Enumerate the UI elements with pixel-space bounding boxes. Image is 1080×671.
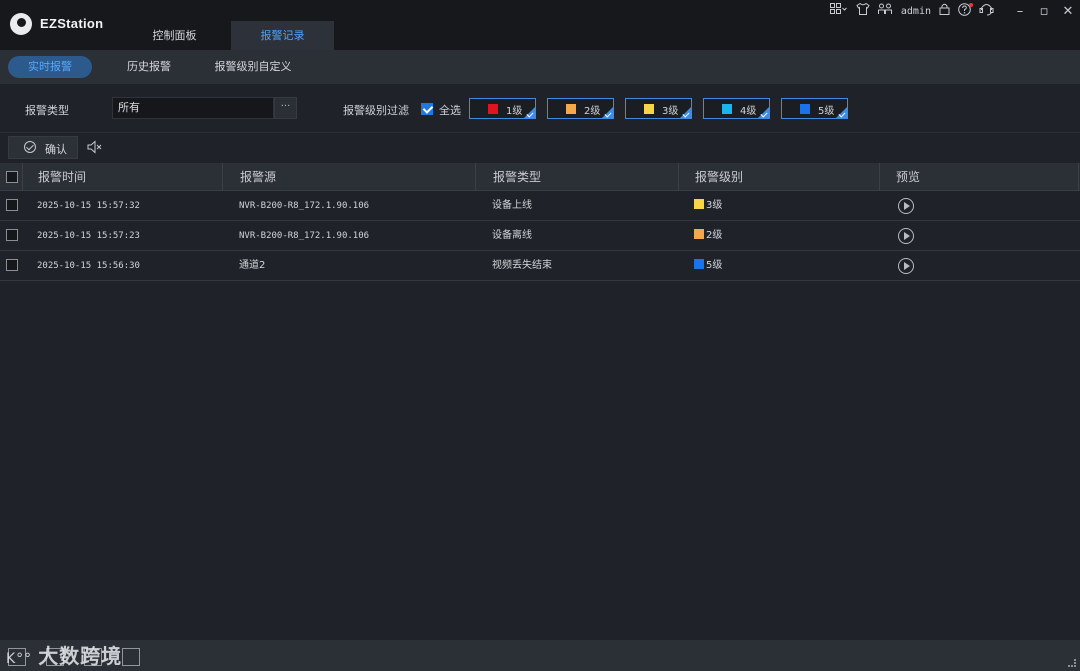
alarm-type: 设备离线 bbox=[492, 230, 532, 241]
alarm-type-label: 报警类型 bbox=[25, 104, 69, 117]
sub-tab-bar: 实时报警 历史报警 报警级别自定义 bbox=[0, 50, 1080, 84]
selected-check-icon bbox=[680, 107, 691, 118]
title-bar: EZStation 控制面板 报警记录 admin – ▫ ✕ bbox=[0, 0, 1080, 50]
column-divider bbox=[475, 163, 476, 191]
column-header-type[interactable]: 报警类型 bbox=[493, 163, 541, 191]
alarm-level-text: 5级 bbox=[706, 260, 723, 271]
level-1-toggle[interactable]: 1级 bbox=[469, 98, 536, 119]
level-4-label: 4级 bbox=[740, 106, 757, 117]
level-swatch bbox=[694, 199, 704, 209]
level-1-label: 1级 bbox=[506, 106, 523, 117]
header-select-checkbox[interactable] bbox=[6, 171, 18, 183]
alarm-level: 5级 bbox=[694, 251, 722, 281]
tab-history-alarm[interactable]: 历史报警 bbox=[118, 56, 180, 78]
maximize-icon[interactable]: ▫ bbox=[1032, 4, 1056, 19]
level-swatch bbox=[694, 259, 704, 269]
alarm-source: NVR-B200-R8_172.1.90.106 bbox=[239, 231, 370, 241]
user-switch-icon[interactable] bbox=[877, 3, 892, 19]
alarm-level: 2级 bbox=[694, 221, 722, 251]
table-row[interactable]: 2025-10-15 15:57:32 NVR-B200-R8_172.1.90… bbox=[0, 191, 1080, 221]
level-filter-label: 报警级别过滤 bbox=[343, 104, 409, 117]
action-toolbar: 确认 bbox=[0, 132, 1080, 162]
tab-control-panel[interactable]: 控制面板 bbox=[123, 21, 226, 50]
column-divider bbox=[1078, 163, 1079, 191]
mute-sound-icon[interactable] bbox=[86, 139, 102, 155]
grid-menu-icon[interactable] bbox=[829, 3, 848, 19]
play-preview-icon[interactable] bbox=[898, 198, 914, 214]
table-header: 报警时间 报警源 报警类型 报警级别 预览 bbox=[0, 163, 1080, 191]
alarm-type-field[interactable]: 所有 bbox=[112, 97, 274, 119]
level-5-swatch bbox=[800, 104, 810, 114]
level-5-toggle[interactable]: 5级 bbox=[781, 98, 848, 119]
row-checkbox[interactable] bbox=[6, 229, 18, 241]
level-2-label: 2级 bbox=[584, 106, 601, 117]
selected-check-icon bbox=[524, 107, 535, 118]
app-title: EZStation bbox=[40, 16, 104, 31]
column-header-source[interactable]: 报警源 bbox=[240, 163, 276, 191]
level-5-label: 5级 bbox=[818, 106, 835, 117]
confirm-button[interactable]: 确认 bbox=[8, 136, 78, 159]
row-checkbox[interactable] bbox=[6, 259, 18, 271]
alarm-type-more-button[interactable]: ··· bbox=[274, 97, 297, 119]
table-row[interactable]: 2025-10-15 15:57:23 NVR-B200-R8_172.1.90… bbox=[0, 221, 1080, 251]
column-divider bbox=[22, 163, 23, 191]
level-4-toggle[interactable]: 4级 bbox=[703, 98, 770, 119]
play-preview-icon[interactable] bbox=[898, 258, 914, 274]
alarm-time: 2025-10-15 15:56:30 bbox=[37, 261, 140, 271]
watermark: K°° 大数跨境 bbox=[6, 644, 123, 668]
alarm-source: 通道2 bbox=[239, 260, 266, 271]
alarm-level-text: 3级 bbox=[706, 200, 723, 211]
filter-row: 报警类型 所有 ··· 报警级别过滤 全选 1级 2级 3级 4级 5级 bbox=[0, 84, 1080, 132]
level-3-label: 3级 bbox=[662, 106, 679, 117]
alarm-table: 报警时间 报警源 报警类型 报警级别 预览 2025-10-15 15:57:3… bbox=[0, 163, 1080, 281]
alarm-source: NVR-B200-R8_172.1.90.106 bbox=[239, 201, 370, 211]
select-all-checkbox[interactable] bbox=[421, 103, 433, 115]
column-divider bbox=[879, 163, 880, 191]
column-header-preview: 预览 bbox=[896, 170, 921, 184]
skin-icon[interactable] bbox=[856, 2, 870, 19]
system-toolbar: admin – ▫ ✕ bbox=[822, 2, 1080, 20]
alarm-level-text: 2级 bbox=[706, 230, 723, 241]
watermark-text: 大数跨境 bbox=[38, 644, 123, 668]
table-row[interactable]: 2025-10-15 15:56:30 通道2 视频丢失结束 5级 bbox=[0, 251, 1080, 281]
alarm-type: 设备上线 bbox=[492, 200, 532, 211]
selected-check-icon bbox=[758, 107, 769, 118]
alarm-type: 视频丢失结束 bbox=[492, 260, 552, 271]
level-2-swatch bbox=[566, 104, 576, 114]
current-user[interactable]: admin bbox=[901, 6, 931, 17]
column-header-time[interactable]: 报警时间 bbox=[38, 163, 86, 191]
column-divider bbox=[678, 163, 679, 191]
level-swatch bbox=[694, 229, 704, 239]
level-2-toggle[interactable]: 2级 bbox=[547, 98, 614, 119]
alarm-time: 2025-10-15 15:57:23 bbox=[37, 231, 140, 241]
level-3-toggle[interactable]: 3级 bbox=[625, 98, 692, 119]
play-preview-icon[interactable] bbox=[898, 228, 914, 244]
selected-check-icon bbox=[836, 107, 847, 118]
document-icon[interactable] bbox=[122, 648, 140, 666]
level-3-swatch bbox=[644, 104, 654, 114]
close-icon[interactable]: ✕ bbox=[1056, 4, 1080, 19]
tab-alarm-records[interactable]: 报警记录 bbox=[231, 21, 334, 50]
level-1-swatch bbox=[488, 104, 498, 114]
alarm-level: 3级 bbox=[694, 191, 722, 221]
column-header-level[interactable]: 报警级别 bbox=[695, 163, 743, 191]
column-divider bbox=[222, 163, 223, 191]
tab-realtime-alarm[interactable]: 实时报警 bbox=[8, 56, 92, 78]
support-headset-icon[interactable] bbox=[979, 2, 994, 20]
tab-custom-alarm-level[interactable]: 报警级别自定义 bbox=[208, 56, 298, 78]
lock-icon[interactable] bbox=[939, 3, 950, 19]
check-circle-icon bbox=[24, 141, 36, 153]
resize-grip-icon[interactable] bbox=[1068, 659, 1076, 667]
select-all-label: 全选 bbox=[439, 104, 461, 117]
selected-check-icon bbox=[602, 107, 613, 118]
app-logo-icon bbox=[10, 13, 32, 35]
minimize-icon[interactable]: – bbox=[1008, 4, 1032, 19]
confirm-label: 确认 bbox=[45, 143, 67, 156]
help-icon[interactable] bbox=[958, 2, 973, 20]
row-checkbox[interactable] bbox=[6, 199, 18, 211]
level-4-swatch bbox=[722, 104, 732, 114]
alarm-time: 2025-10-15 15:57:32 bbox=[37, 201, 140, 211]
status-bar: K°° 大数跨境 bbox=[0, 640, 1080, 671]
